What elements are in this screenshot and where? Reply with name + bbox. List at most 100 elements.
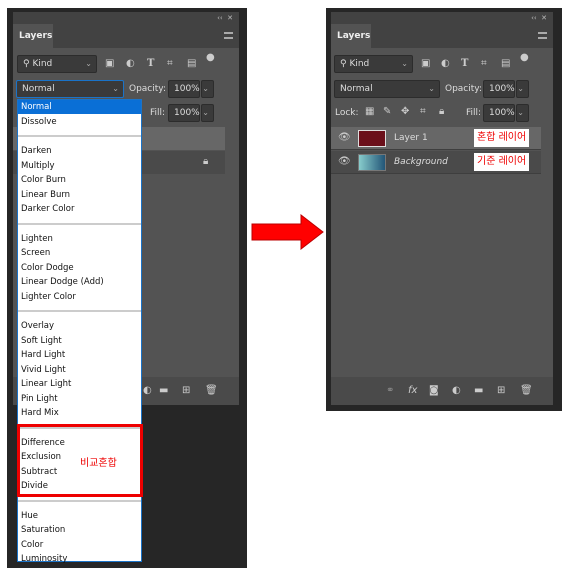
visibility-eye-icon[interactable]: 👁︎ <box>338 132 351 144</box>
smart-object-filter-icon[interactable]: ▤ <box>187 58 196 70</box>
layer-thumbnail <box>358 154 386 171</box>
fill-input[interactable]: 100% <box>483 104 515 122</box>
lock-transparent-pixels-icon[interactable]: ▦ <box>365 106 374 118</box>
dropdown-separator <box>18 222 141 225</box>
opacity-dropdown[interactable]: ⌄ <box>201 80 214 98</box>
chevron-down-icon: ⌄ <box>202 84 209 93</box>
blend-mode-select[interactable]: Normal ⌄ <box>334 80 440 98</box>
close-icon[interactable]: ✕ <box>227 14 233 22</box>
adjustment-layer-icon[interactable]: ◐ <box>143 385 152 397</box>
blend-mode-option[interactable]: Soft Light <box>21 334 62 348</box>
lock-position-icon[interactable]: ✥ <box>401 106 409 118</box>
chevron-down-icon: ⌄ <box>112 84 119 93</box>
fill-dropdown[interactable]: ⌄ <box>516 104 529 122</box>
panel-menu-icon[interactable] <box>538 32 547 39</box>
blend-mode-option[interactable]: Pin Light <box>21 392 58 406</box>
fx-icon[interactable]: fx <box>408 385 417 397</box>
link-layers-icon[interactable]: ⚭ <box>386 385 394 397</box>
blend-mode-option[interactable]: Multiply <box>21 159 55 173</box>
filter-label: Kind <box>32 59 53 69</box>
visibility-eye-icon[interactable]: 👁︎ <box>338 156 351 168</box>
chevron-down-icon: ⌄ <box>517 108 524 117</box>
tab-row: Layers <box>13 24 239 48</box>
opacity-input[interactable]: 100% <box>168 80 200 98</box>
panel-header: ‹‹ ✕ <box>331 12 553 24</box>
opacity-label: Opacity: <box>129 84 166 94</box>
blend-mode-option[interactable]: Hard Mix <box>21 406 59 420</box>
smart-object-filter-icon[interactable]: ▤ <box>501 58 510 70</box>
fill-dropdown[interactable]: ⌄ <box>201 104 214 122</box>
collapse-icon[interactable]: ‹‹ <box>217 14 223 22</box>
type-filter-icon[interactable]: T <box>147 58 154 70</box>
new-layer-icon[interactable]: ⊞ <box>497 385 505 397</box>
panel-menu-icon[interactable] <box>224 32 233 39</box>
blend-mode-option[interactable]: Hard Light <box>21 348 65 362</box>
chevron-down-icon: ⌄ <box>428 84 435 93</box>
blend-mode-option[interactable]: Darken <box>21 144 52 158</box>
blend-mode-option[interactable]: Color Burn <box>21 173 66 187</box>
blend-mode-option[interactable]: Luminosity <box>21 552 67 566</box>
annotation-comparison-blend: 비교혼합 <box>80 458 117 469</box>
new-group-icon[interactable]: ▬ <box>159 385 168 397</box>
blend-mode-option[interactable]: Linear Burn <box>21 188 70 202</box>
delete-layer-icon[interactable]: 🗑︎ <box>520 385 533 397</box>
blend-mode-option[interactable]: Color <box>21 538 43 552</box>
blend-mode-option[interactable]: Lighten <box>21 232 53 246</box>
opacity-dropdown[interactable]: ⌄ <box>516 80 529 98</box>
image-filter-icon[interactable]: ▣ <box>421 58 430 70</box>
annotation-blend-layer: 혼합 레이어 <box>474 129 530 147</box>
opacity-input[interactable]: 100% <box>483 80 515 98</box>
blend-mode-option[interactable]: Hue <box>21 509 38 523</box>
adjustment-filter-icon[interactable]: ◐ <box>441 58 450 70</box>
layer-name: Background <box>394 157 448 167</box>
filter-kind-select[interactable]: ⚲ Kind ⌄ <box>17 55 97 73</box>
chevron-down-icon: ⌄ <box>517 84 524 93</box>
blend-mode-option[interactable]: Lighter Color <box>21 290 76 304</box>
lock-label: Lock: <box>335 108 359 118</box>
new-group-icon[interactable]: ▬ <box>474 385 483 397</box>
blend-mode-option[interactable]: Color Dodge <box>21 261 74 275</box>
blend-mode-option[interactable]: Overlay <box>21 319 54 333</box>
blend-mode-select[interactable]: Normal ⌄ <box>16 80 124 98</box>
blend-mode-option[interactable]: Dissolve <box>21 115 57 129</box>
close-icon[interactable]: ✕ <box>541 14 547 22</box>
type-filter-icon[interactable]: T <box>461 58 468 70</box>
lock-image-pixels-icon[interactable]: ✎ <box>383 106 391 118</box>
panel-footer: ⚭ fx ◙ ◐ ▬ ⊞ 🗑︎ <box>331 377 553 405</box>
dropdown-separator <box>18 310 141 312</box>
blend-mode-option[interactable]: Normal <box>18 100 141 114</box>
tab-layers[interactable]: Layers <box>331 24 371 48</box>
blend-mode-option[interactable]: Linear Dodge (Add) <box>21 275 104 289</box>
filter-toggle[interactable]: ● <box>520 52 529 64</box>
blend-mode-value: Normal <box>340 84 373 94</box>
filter-label: Kind <box>349 59 370 69</box>
layer-row-background[interactable]: 👁︎ Background 기준 레이어 <box>331 151 541 174</box>
add-mask-icon[interactable]: ◙ <box>429 385 439 397</box>
image-filter-icon[interactable]: ▣ <box>105 58 114 70</box>
blend-mode-option[interactable]: Linear Light <box>21 377 71 391</box>
new-layer-icon[interactable]: ⊞ <box>182 385 190 397</box>
lock-icon: 🔒︎ <box>203 156 209 167</box>
collapse-icon[interactable]: ‹‹ <box>531 14 537 22</box>
shape-filter-icon[interactable]: ⌗ <box>167 58 173 70</box>
layer-row-layer1[interactable]: 👁︎ Layer 1 혼합 레이어 <box>331 127 541 150</box>
adjustment-filter-icon[interactable]: ◐ <box>126 58 135 70</box>
fill-label: Fill: <box>466 108 482 118</box>
blend-mode-option[interactable]: Saturation <box>21 523 65 537</box>
dropdown-separator <box>18 135 141 137</box>
lock-all-icon[interactable]: 🔒︎ <box>439 106 444 118</box>
blend-mode-option[interactable]: Screen <box>21 246 50 260</box>
chevron-down-icon: ⌄ <box>85 59 92 68</box>
filter-kind-select[interactable]: ⚲ Kind ⌄ <box>334 55 413 73</box>
filter-toggle[interactable]: ● <box>206 52 215 64</box>
blend-mode-option[interactable]: Vivid Light <box>21 363 66 377</box>
adjustment-layer-icon[interactable]: ◐ <box>452 385 461 397</box>
tab-layers[interactable]: Layers <box>13 24 53 48</box>
layer-thumbnail <box>358 130 386 147</box>
dropdown-separator <box>18 499 141 502</box>
blend-mode-option[interactable]: Darker Color <box>21 202 75 216</box>
lock-artboard-icon[interactable]: ⌗ <box>420 106 426 118</box>
fill-input[interactable]: 100% <box>168 104 200 122</box>
delete-layer-icon[interactable]: 🗑︎ <box>205 385 218 397</box>
shape-filter-icon[interactable]: ⌗ <box>481 58 487 70</box>
